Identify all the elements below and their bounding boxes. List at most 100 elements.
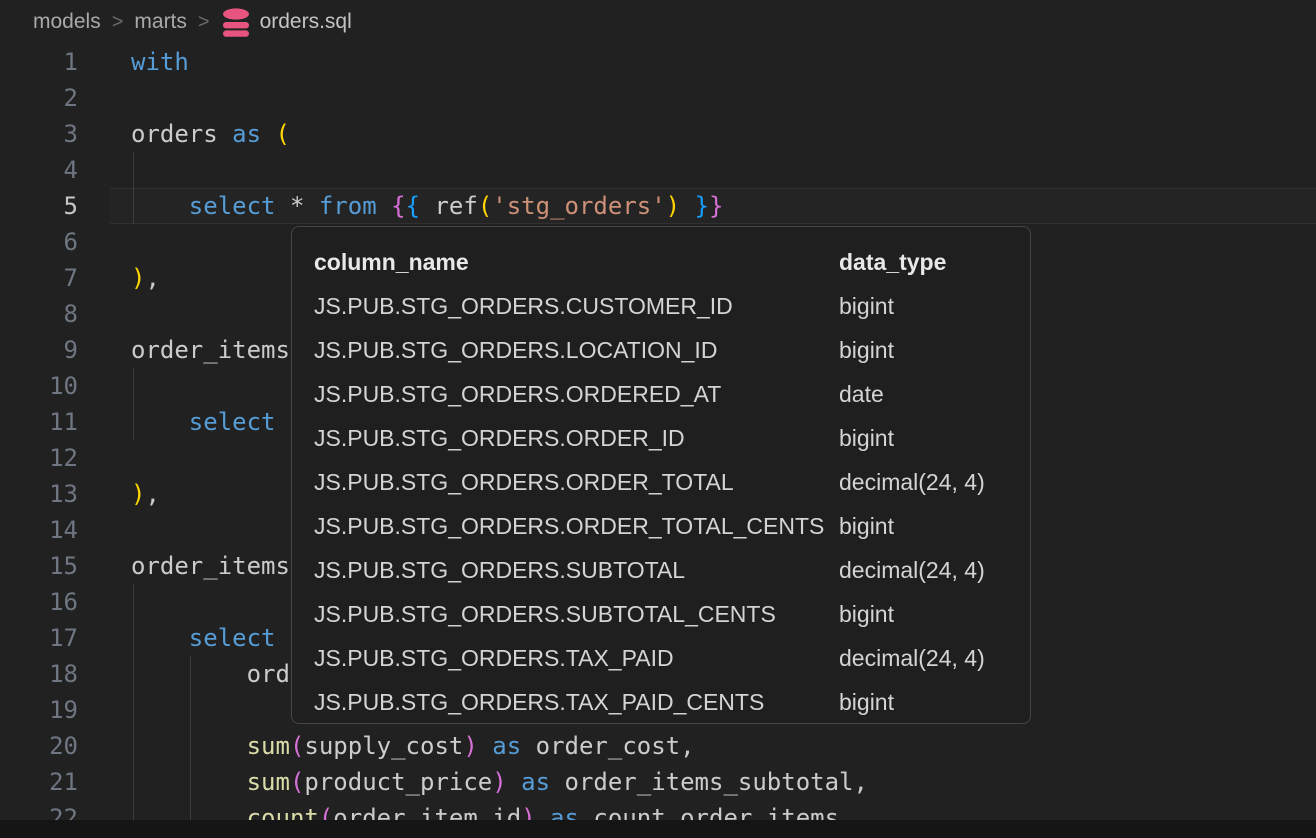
line-number[interactable]: 8	[0, 296, 78, 332]
token	[507, 768, 521, 796]
hover-table-row: JS.PUB.STG_ORDERS.SUBTOTAL_CENTSbigint	[292, 592, 1030, 636]
code-line[interactable]: 2	[0, 80, 1316, 116]
line-number[interactable]: 20	[0, 728, 78, 764]
hover-cell-data-type: date	[839, 372, 1030, 416]
token: order_items	[131, 336, 290, 364]
token: supply_cost	[304, 732, 463, 760]
line-number[interactable]: 14	[0, 512, 78, 548]
indent-guide	[190, 692, 191, 728]
breadcrumb-item-models[interactable]: models	[33, 10, 101, 34]
indent-guide	[133, 584, 134, 620]
hover-table-row: JS.PUB.STG_ORDERS.ORDER_TOTAL_CENTSbigin…	[292, 504, 1030, 548]
code-text[interactable]: ),	[131, 476, 160, 512]
hover-cell-data-type: bigint	[839, 592, 1030, 636]
token: )	[666, 192, 680, 220]
token: ,	[145, 480, 159, 508]
token: (	[290, 768, 304, 796]
line-number[interactable]: 10	[0, 368, 78, 404]
line-number[interactable]: 12	[0, 440, 78, 476]
code-text[interactable]: ),	[131, 260, 160, 296]
token: orders	[131, 120, 232, 148]
code-line[interactable]: 21 sum(product_price) as order_items_sub…	[0, 764, 1316, 800]
hover-cell-data-type: bigint	[839, 504, 1030, 548]
hover-cell-data-type: decimal(24, 4)	[839, 548, 1030, 592]
code-text[interactable]: with	[131, 44, 189, 80]
token: order_cost,	[521, 732, 694, 760]
hover-cell-column-name: JS.PUB.STG_ORDERS.ORDER_TOTAL_CENTS	[314, 504, 839, 548]
line-number[interactable]: 19	[0, 692, 78, 728]
hover-table-row: JS.PUB.STG_ORDERS.ORDERED_ATdate	[292, 372, 1030, 416]
token: }	[709, 192, 723, 220]
token: sum	[247, 768, 290, 796]
token	[131, 660, 247, 688]
code-line[interactable]: 5 select * from {{ ref('stg_orders') }}	[0, 188, 1316, 224]
token	[131, 768, 247, 796]
code-text[interactable]: order_items	[131, 548, 290, 584]
token: {	[391, 192, 405, 220]
code-line[interactable]: 3 orders as (	[0, 116, 1316, 152]
code-text[interactable]: order_items	[131, 332, 290, 368]
hover-cell-column-name: JS.PUB.STG_ORDERS.ORDER_ID	[314, 416, 839, 460]
line-number[interactable]: 2	[0, 80, 78, 116]
token: ord	[247, 660, 290, 688]
code-text[interactable]: sum(product_price) as order_items_subtot…	[131, 764, 868, 800]
hover-cell-column-name: JS.PUB.STG_ORDERS.CUSTOMER_ID	[314, 284, 839, 328]
line-number[interactable]: 1	[0, 44, 78, 80]
line-number[interactable]: 13	[0, 476, 78, 512]
token: select	[189, 408, 276, 436]
token	[680, 192, 694, 220]
breadcrumb-item-file[interactable]: orders.sql	[221, 7, 352, 37]
code-text[interactable]: select	[131, 620, 276, 656]
line-number[interactable]: 21	[0, 764, 78, 800]
hover-cell-column-name: JS.PUB.STG_ORDERS.TAX_PAID_CENTS	[314, 680, 839, 724]
token: )	[131, 264, 145, 292]
file-name: orders.sql	[260, 10, 352, 34]
database-icon	[221, 7, 251, 37]
code-text[interactable]: select * from {{ ref('stg_orders') }}	[131, 188, 723, 224]
indent-guide	[133, 152, 134, 188]
line-number[interactable]: 3	[0, 116, 78, 152]
line-number[interactable]: 5	[0, 188, 78, 224]
indent-guide	[133, 368, 134, 404]
hover-cell-data-type: bigint	[839, 416, 1030, 460]
token: with	[131, 48, 189, 76]
line-number[interactable]: 4	[0, 152, 78, 188]
code-line[interactable]: 1 with	[0, 44, 1316, 80]
breadcrumb-item-marts[interactable]: marts	[134, 10, 187, 34]
hover-table-body: JS.PUB.STG_ORDERS.CUSTOMER_IDbigintJS.PU…	[292, 284, 1030, 724]
hover-table-row: JS.PUB.STG_ORDERS.TAX_PAID_CENTSbigint	[292, 680, 1030, 724]
token: )	[492, 768, 506, 796]
token: 'stg_orders'	[492, 192, 665, 220]
hover-popup: column_name data_type JS.PUB.STG_ORDERS.…	[291, 226, 1031, 724]
code-text[interactable]: orders as (	[131, 116, 290, 152]
token: *	[290, 192, 319, 220]
token	[420, 192, 434, 220]
token: (	[276, 120, 290, 148]
chevron-right-icon: >	[112, 11, 124, 34]
line-number[interactable]: 11	[0, 404, 78, 440]
token: ,	[145, 264, 159, 292]
line-number[interactable]: 9	[0, 332, 78, 368]
hover-table-row: JS.PUB.STG_ORDERS.TAX_PAIDdecimal(24, 4)	[292, 636, 1030, 680]
token	[131, 408, 189, 436]
line-number[interactable]: 17	[0, 620, 78, 656]
code-text[interactable]: select	[131, 404, 276, 440]
line-number[interactable]: 15	[0, 548, 78, 584]
token: )	[463, 732, 477, 760]
code-line[interactable]: 4	[0, 152, 1316, 188]
token: )	[131, 480, 145, 508]
code-line[interactable]: 20 sum(supply_cost) as order_cost,	[0, 728, 1316, 764]
code-text[interactable]: ord	[131, 656, 290, 692]
token: from	[319, 192, 391, 220]
code-text[interactable]: sum(supply_cost) as order_cost,	[131, 728, 695, 764]
line-number[interactable]: 16	[0, 584, 78, 620]
hover-table-row: JS.PUB.STG_ORDERS.ORDER_IDbigint	[292, 416, 1030, 460]
line-number[interactable]: 18	[0, 656, 78, 692]
hover-cell-data-type: decimal(24, 4)	[839, 636, 1030, 680]
token	[131, 732, 247, 760]
hover-table-row: JS.PUB.STG_ORDERS.ORDER_TOTALdecimal(24,…	[292, 460, 1030, 504]
hover-header-column-name: column_name	[314, 240, 839, 284]
hover-table-row: JS.PUB.STG_ORDERS.LOCATION_IDbigint	[292, 328, 1030, 372]
line-number[interactable]: 7	[0, 260, 78, 296]
line-number[interactable]: 6	[0, 224, 78, 260]
